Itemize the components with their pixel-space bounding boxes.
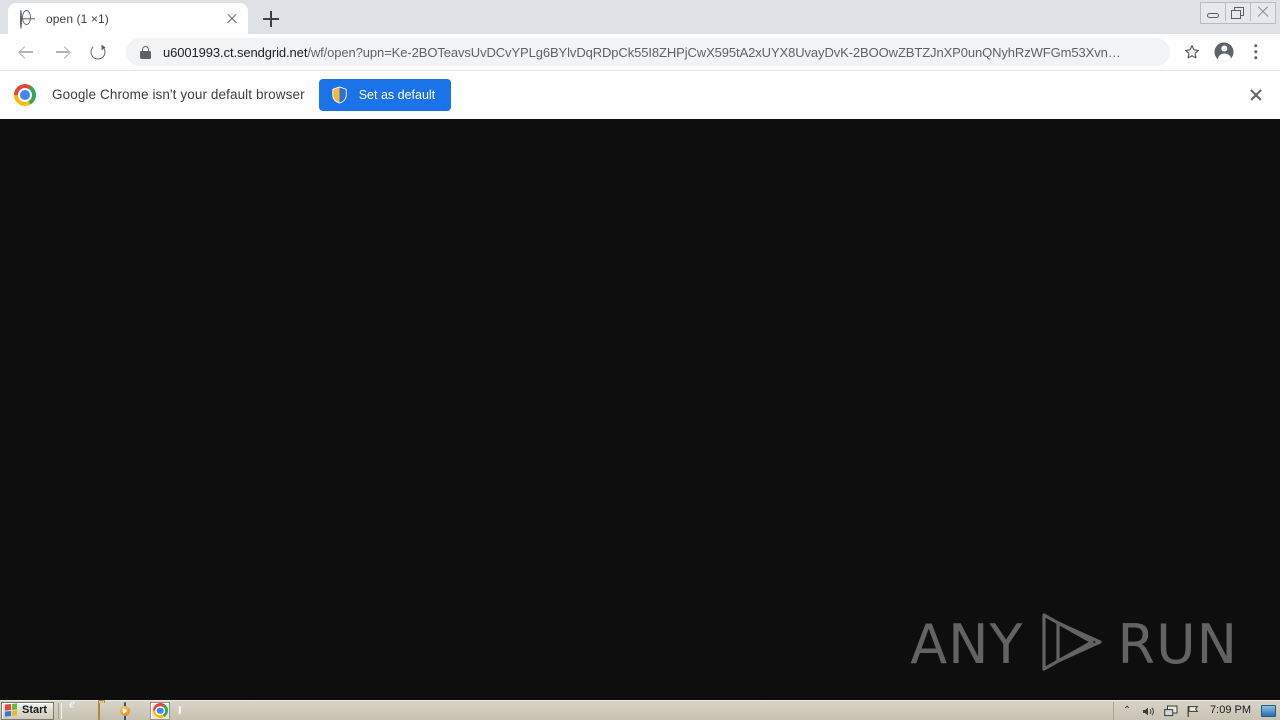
start-button[interactable]: Start — [1, 701, 55, 720]
folder-icon — [98, 701, 101, 720]
quick-launch-separator — [58, 702, 63, 719]
tab-strip: open (1 ×1) — [0, 0, 1280, 34]
url-host: u6001993.ct.sendgrid.net — [163, 44, 308, 60]
media-player-icon — [124, 701, 127, 720]
chrome-browser-window: open (1 ×1) u6001993.ct.sendgrid.net/wf/… — [0, 0, 1280, 700]
anyrun-watermark: ANY RUN — [910, 611, 1238, 678]
restore-icon[interactable] — [1226, 3, 1251, 21]
infobar-message: Google Chrome isn't your default browser — [52, 87, 305, 102]
volume-icon[interactable] — [1142, 704, 1156, 718]
taskbar-item-internet-explorer[interactable] — [72, 703, 88, 719]
watermark-right-text: RUN — [1117, 612, 1238, 676]
window-controls — [1200, 2, 1276, 24]
close-icon[interactable] — [224, 11, 240, 27]
play-triangle-icon — [1034, 611, 1112, 678]
lock-icon[interactable] — [140, 45, 152, 59]
network-icon[interactable] — [1164, 704, 1178, 718]
minimize-icon[interactable] — [1201, 3, 1226, 21]
security-flag-icon[interactable] — [1186, 704, 1200, 718]
profile-avatar-icon[interactable] — [1210, 38, 1238, 66]
desktop-icon[interactable] — [1261, 704, 1276, 717]
page-viewport: ANY RUN — [0, 119, 1280, 700]
screen: open (1 ×1) u6001993.ct.sendgrid.net/wf/… — [0, 0, 1280, 720]
browser-toolbar: u6001993.ct.sendgrid.net/wf/open?upn=Ke-… — [0, 34, 1280, 70]
shield-icon — [331, 86, 348, 104]
system-tray: ⌃ 7:09 PM — [1113, 701, 1280, 720]
taskbar-item-google-chrome[interactable] — [150, 701, 171, 720]
windows-taskbar: Start ⌃ 7:09 PM — [0, 700, 1280, 720]
chrome-logo-icon — [152, 703, 168, 718]
close-icon[interactable] — [1251, 3, 1275, 21]
watermark-left-text: ANY — [910, 612, 1024, 676]
url-text: u6001993.ct.sendgrid.net/wf/open?upn=Ke-… — [163, 45, 1121, 60]
new-tab-button[interactable] — [258, 6, 284, 32]
windows-flag-icon — [5, 703, 18, 717]
show-hidden-icons-icon[interactable]: ⌃ — [1120, 704, 1134, 718]
chrome-menu-icon[interactable] — [1242, 38, 1270, 66]
start-label: Start — [22, 704, 48, 716]
taskbar-item-media-player[interactable] — [124, 701, 140, 720]
chevron-up-glyph: ⌃ — [1122, 704, 1132, 716]
tab-title: open (1 ×1) — [46, 11, 109, 26]
default-browser-infobar: Google Chrome isn't your default browser… — [0, 70, 1280, 118]
bookmark-star-icon[interactable] — [1178, 38, 1206, 66]
infobar-close-icon[interactable] — [1246, 85, 1266, 105]
browser-tab-active[interactable]: open (1 ×1) — [8, 3, 248, 34]
url-path: /wf/open?upn=Ke-2BOTeavsUvDCvYPLg6BYlvDq… — [307, 44, 1121, 60]
set-as-default-label: Set as default — [358, 87, 436, 102]
quick-launch-bar — [72, 701, 196, 720]
back-button[interactable] — [12, 38, 40, 66]
taskbar-item-file-explorer[interactable] — [98, 701, 114, 720]
forward-button[interactable] — [48, 38, 76, 66]
reload-button[interactable] — [84, 38, 112, 66]
chrome-logo-icon — [14, 83, 36, 106]
taskbar-item-stop-process[interactable] — [180, 703, 196, 719]
address-bar[interactable]: u6001993.ct.sendgrid.net/wf/open?upn=Ke-… — [126, 38, 1170, 66]
set-as-default-button[interactable]: Set as default — [318, 78, 452, 111]
globe-icon — [20, 9, 36, 29]
clock[interactable]: 7:09 PM — [1208, 705, 1253, 716]
